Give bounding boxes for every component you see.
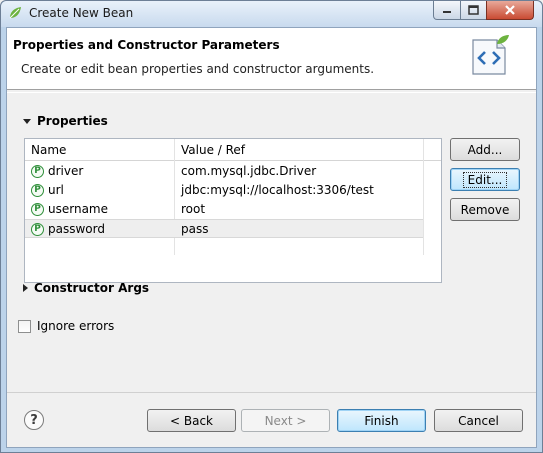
minimize-icon (443, 11, 451, 13)
properties-table[interactable]: Name Value / Ref Pdriver com.mysql.jdbc.… (24, 138, 442, 283)
constructor-args-heading: Constructor Args (34, 281, 150, 295)
property-icon: P (31, 202, 44, 216)
remove-button[interactable]: Remove (450, 198, 520, 221)
column-header-name[interactable]: Name (31, 143, 66, 157)
bean-xml-icon (472, 35, 509, 75)
ignore-errors-label[interactable]: Ignore errors (37, 319, 114, 333)
cancel-button[interactable]: Cancel (434, 409, 523, 432)
window-title: Create New Bean (29, 6, 134, 20)
constructor-args-section-toggle[interactable]: Constructor Args (23, 281, 149, 295)
table-row[interactable]: Pusername root (25, 200, 423, 219)
property-value: pass (181, 222, 209, 236)
properties-section-toggle[interactable]: Properties (23, 114, 108, 128)
help-icon[interactable]: ? (24, 410, 44, 430)
spring-leaf-icon (9, 7, 21, 19)
property-icon: P (31, 222, 44, 236)
dialog-body: Properties and Constructor Parameters Cr… (6, 27, 537, 448)
edit-button[interactable]: Edit... (450, 168, 520, 191)
title-bar[interactable]: Create New Bean (1, 1, 542, 27)
page-title: Properties and Constructor Parameters (13, 38, 280, 52)
properties-heading: Properties (37, 114, 108, 128)
add-button[interactable]: Add... (450, 138, 520, 161)
property-name: username (48, 202, 108, 216)
next-button[interactable]: Next > (241, 409, 330, 432)
property-name: url (48, 183, 64, 197)
footer-separator (7, 392, 536, 393)
close-icon (505, 5, 515, 15)
property-icon: P (31, 164, 44, 178)
wizard-banner: Properties and Constructor Parameters Cr… (7, 28, 536, 90)
banner-separator (7, 92, 536, 93)
property-value: root (181, 202, 206, 216)
create-new-bean-window: Create New Bean Properties and Construct… (0, 0, 543, 453)
minimize-button[interactable] (433, 1, 461, 20)
column-divider (423, 139, 424, 255)
close-button[interactable] (486, 1, 534, 20)
table-header: Name Value / Ref (25, 139, 441, 161)
table-row-selected[interactable]: Ppassword pass (25, 219, 423, 238)
property-value: jdbc:mysql://localhost:3306/test (181, 183, 374, 197)
column-header-value[interactable]: Value / Ref (181, 143, 245, 157)
ignore-errors-checkbox[interactable] (18, 320, 31, 333)
maximize-icon (468, 5, 479, 15)
property-icon: P (31, 183, 44, 197)
property-name: password (48, 222, 105, 236)
maximize-button[interactable] (460, 1, 487, 20)
back-button[interactable]: < Back (147, 409, 236, 432)
property-value: com.mysql.jdbc.Driver (181, 164, 317, 178)
expanded-triangle-icon (23, 118, 31, 124)
table-row[interactable]: Purl jdbc:mysql://localhost:3306/test (25, 181, 423, 200)
page-description: Create or edit bean properties and const… (21, 62, 375, 76)
finish-button[interactable]: Finish (337, 409, 426, 432)
collapsed-triangle-icon (23, 284, 28, 292)
property-name: driver (48, 164, 84, 178)
table-row[interactable]: Pdriver com.mysql.jdbc.Driver (25, 162, 423, 181)
